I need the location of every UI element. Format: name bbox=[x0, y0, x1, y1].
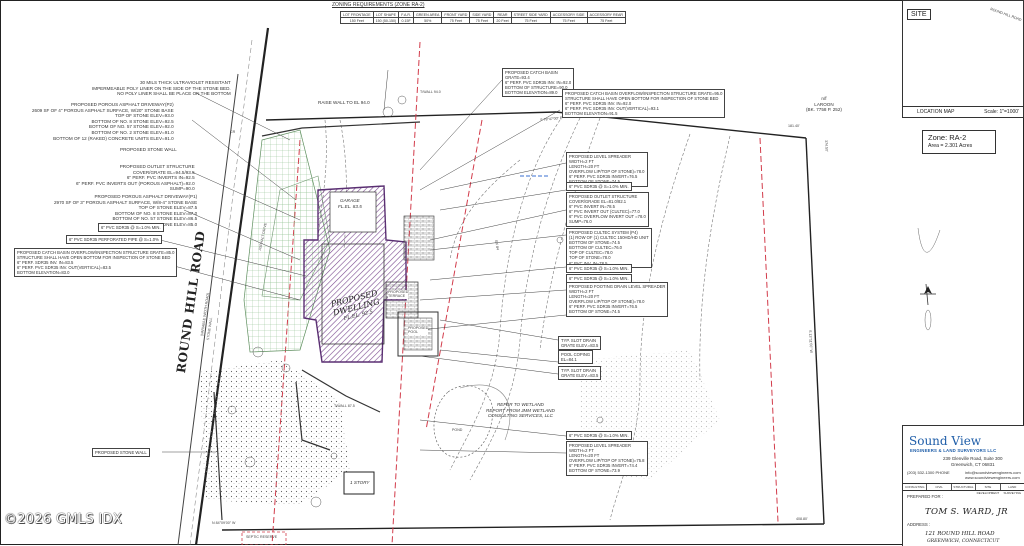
zoning-value-row: 150 Feet 150 (50-150) 0.15F 50% 75 Feet 75 Fe… bbox=[340, 17, 626, 24]
note-sd2-2: GRATE ELEV.=83.5 bbox=[561, 373, 599, 379]
proposed-deck bbox=[403, 215, 435, 261]
wall-elevation-label-2: T/WALL 87.5 bbox=[334, 404, 355, 408]
mls-watermark: ©2026 GMLS IDX bbox=[4, 512, 123, 527]
zoning-table: LOT FRONTAGE LOT SHAPE F.A.R. GREEN AREA FRO… bbox=[340, 11, 626, 24]
distance-right: 374.50' bbox=[824, 140, 829, 152]
zoning-value-cell: 75 Feet bbox=[586, 17, 626, 24]
wall-elevation-label: T/WALL 94.0 bbox=[420, 90, 441, 94]
note-sdr35-3: 6" PVC SDR35 @ S=1.0% MIN. bbox=[566, 264, 632, 274]
title-block: Sound View ENGINEERS & LAND SURVEYORS LL… bbox=[902, 425, 1024, 546]
pool-label: PROPOSED POOL bbox=[408, 326, 429, 335]
note-sdr35-1: 6" PVC SDR35 @ S=1.0% MIN. bbox=[98, 223, 164, 233]
distance-top: 181.40' bbox=[788, 124, 800, 128]
note-sd1-2: GRATE ELEV.=83.5 bbox=[561, 343, 599, 349]
note-stone-wall-2: PROPOSED STONE WALL bbox=[92, 448, 150, 458]
terrace-area bbox=[385, 281, 419, 319]
note-outlet-structure-1: PROPOSED OUTLET STRUCTURE COVER/GRATE EL… bbox=[76, 164, 195, 192]
location-map-site-label: SITE bbox=[907, 9, 931, 20]
garage-label: GARAGE FL.EL. 83.5 bbox=[338, 198, 362, 209]
pond-outline bbox=[433, 385, 494, 458]
firm-subtitle: ENGINEERS & LAND SURVEYORS LLC bbox=[910, 448, 997, 453]
zone-summary-box: Zone: RA-2 Area = 2.301 Acres bbox=[922, 130, 996, 154]
note-fd-6: BOTTOM OF STONE=74.5 bbox=[569, 309, 620, 315]
firm-services-strip: CONSULTING CIVIL STRUCTURAL SITE DEVELOPMEN… bbox=[903, 483, 1024, 495]
location-map-footer: LOCATION MAP Scale: 1"=1000' bbox=[903, 106, 1023, 117]
zoning-value-cell: 75 Feet bbox=[549, 17, 588, 24]
wooded-area-lower bbox=[200, 360, 350, 505]
note-perforated-pipe: 6" PVC SDR35 PERFORATED PIPE @ S=1.0% bbox=[66, 235, 162, 245]
note-overflow-structure-1: PROPOSED CATCH BASIN OVERFLOW/INSPECTION… bbox=[562, 89, 726, 119]
neighbor-deed: (BK. 7758 P. 252) bbox=[806, 107, 842, 113]
note-footing-drain-spreader: PROPOSED FOOTING DRAIN LEVEL SPREADER WI… bbox=[566, 282, 669, 317]
zoning-value-cell: 150 Feet bbox=[340, 17, 374, 24]
zoning-value-cell: 75 Feet bbox=[469, 17, 495, 24]
zoning-value-cell: 20 Feet bbox=[493, 17, 512, 24]
garage-label-title: GARAGE bbox=[340, 198, 360, 203]
zoning-value-cell: 75 Feet bbox=[441, 17, 471, 24]
note-level-spreader-2: PROPOSED LEVEL SPREADER WIDTH=2 FT LENGT… bbox=[566, 441, 648, 476]
note-ls2-6: BOTTOM OF STONE=73.9 bbox=[569, 468, 620, 474]
firm-service-item: CIVIL bbox=[927, 484, 952, 490]
note-ov1-5: BOTTOM ELEVATION=91.5 bbox=[565, 111, 618, 117]
terrace-label-2: TERRACE bbox=[388, 294, 406, 299]
firm-service-item: STRUCTURAL bbox=[952, 484, 977, 490]
bearing-bottom: N 84°09'00" W bbox=[212, 521, 236, 525]
note-stone-wall: PROPOSED STONE WALL bbox=[120, 147, 177, 152]
note-sdr35-5: 6" PVC SDR35 @ S=1.0% MIN. bbox=[566, 431, 632, 441]
firm-service-item: SITE DEVELOPMENT bbox=[976, 484, 1001, 495]
firm-phone: (203) 532-1300 PHONE bbox=[907, 470, 950, 475]
zone-area: Area = 2.301 Acres bbox=[928, 143, 973, 149]
garage-label-elev: FL.EL. 83.5 bbox=[338, 203, 362, 209]
distance-bottom: 408.80' bbox=[796, 517, 808, 521]
note-overflow-structure-2: PROPOSED CATCH BASIN OVERFLOW/INSPECTION… bbox=[14, 248, 178, 278]
raise-wall-label: RAISE WALL TO EL 94.0 bbox=[318, 100, 370, 105]
firm-service-item: CONSULTING bbox=[903, 484, 928, 490]
note-slot-drain-1: TYP. SLOT DRAIN GRATE ELEV.=83.5 bbox=[558, 336, 602, 351]
note-p2-7: BOTTOM OF 12 (RAKED) CONCRETE UNITS ELEV… bbox=[53, 135, 174, 141]
note-cultec-system: PROPOSED CULTEC SYSTEM (P4) (1) ROW OF (… bbox=[566, 228, 652, 268]
note-pool-coping: POOL COPING EL=84.1 bbox=[558, 350, 594, 365]
zoning-table-title: ZONING REQUIREMENTS (ZONE RA-2) bbox=[332, 2, 425, 8]
pool-label-2: POOL bbox=[408, 330, 418, 335]
firm-address: 239 Glenville Road, Suite 300 Greenwich,… bbox=[943, 456, 1003, 468]
septic-reserve-label: SEPTIC RESERVE bbox=[246, 535, 278, 539]
client-name: TOM S. WARD, JR bbox=[925, 507, 1008, 517]
cr-label: CR bbox=[230, 130, 236, 134]
location-map: SITE ROUND HILL ROAD LOCATION MAP Scale:… bbox=[902, 0, 1024, 118]
north-arrow bbox=[917, 227, 941, 331]
wetland-reference: REFER TO WETLAND REPORT FROM JMM WETLAND… bbox=[486, 402, 555, 419]
wetland-ref-3: CONSULTING SERVICES, LLC bbox=[487, 413, 553, 419]
note-porous-driveway-p2: PROPOSED POROUS ASPHALT DRIVEWAY(P2) 260… bbox=[32, 102, 174, 141]
zone-title: Zone: RA-2 bbox=[928, 133, 967, 142]
site-address-line-1: 121 ROUND HILL ROAD bbox=[925, 531, 995, 537]
address-label: ADDRESS : bbox=[907, 522, 931, 527]
neighbor-label: n/f LAROON (BK. 7758 P. 252) bbox=[806, 96, 842, 113]
zoning-value-cell: 50% bbox=[412, 17, 443, 24]
site-address-line-2: GREENWICH, CONNECTICUT bbox=[927, 539, 1000, 544]
note-pc-2: EL=84.1 bbox=[561, 357, 577, 363]
firm-web: info@soundviewengineers.com www.soundvie… bbox=[965, 470, 1021, 480]
note-os2-6: SUMP=76.0 bbox=[569, 219, 592, 225]
zoning-value-cell: 0.15F bbox=[398, 17, 414, 24]
location-map-street: ROUND HILL ROAD bbox=[989, 7, 1023, 23]
note-sdr35-2: 6" PVC SDR35 @ S=1.0% MIN. bbox=[566, 182, 632, 192]
firm-address-2: Greenwich, CT 06831 bbox=[950, 462, 995, 468]
note-outlet1-5: SUMP=90.0 bbox=[169, 186, 195, 192]
firm-service-item: LAND SURVEYING bbox=[1001, 484, 1024, 495]
note-liner-3: NO POLY LINER SHALL BE PLACE ON THE BOTT… bbox=[117, 91, 231, 97]
note-ov2-5: BOTTOM ELEVATION=83.0 bbox=[17, 270, 70, 276]
terrace-label: PROPOSED TERRACE bbox=[388, 290, 409, 299]
location-map-scale: Scale: 1"=1000' bbox=[984, 109, 1019, 115]
prepared-for-label: PREPARED FOR : bbox=[907, 494, 943, 499]
location-map-caption: LOCATION MAP bbox=[917, 109, 955, 115]
firm-website: www.soundviewengineers.com bbox=[965, 475, 1020, 480]
note-poly-liner: 30 MILS THICK ULTRAVIOLET RESISTANT IMPE… bbox=[92, 80, 231, 97]
one-story-label: 1 STORY bbox=[350, 480, 370, 485]
note-outlet-structure-2: PROPOSED OUTLET STRUCTURE COVER/GRADE EL… bbox=[566, 192, 649, 227]
firm-logo: Sound View bbox=[909, 434, 982, 448]
note-slot-drain-2: TYP. SLOT DRAIN GRATE ELEV.=83.5 bbox=[558, 366, 602, 381]
zoning-value-cell: 150 (50-150) bbox=[372, 17, 400, 24]
pond-label: POND bbox=[452, 428, 463, 432]
zoning-value-cell: 75 Feet bbox=[510, 17, 551, 24]
